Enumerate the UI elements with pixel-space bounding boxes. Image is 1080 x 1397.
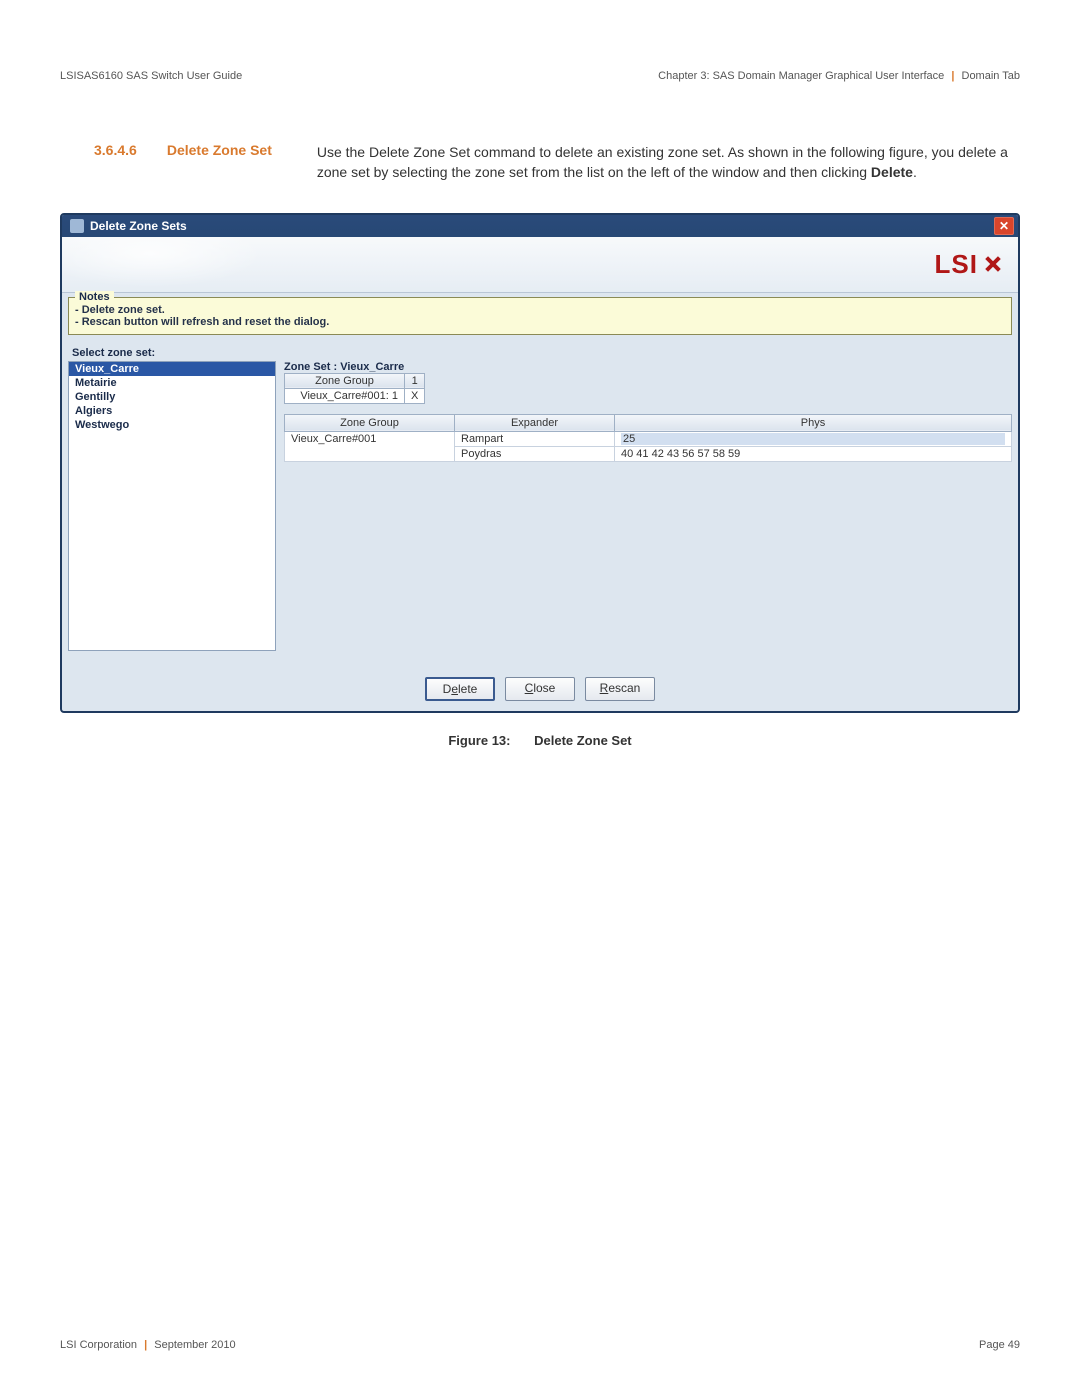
- notes-panel: Notes - Delete zone set. - Rescan button…: [68, 297, 1012, 335]
- section-body-bold: Delete: [871, 164, 913, 180]
- section-heading: 3.6.4.6 Delete Zone Set Use the Delete Z…: [94, 142, 1020, 183]
- lsi-logo: LSI: [935, 249, 1004, 280]
- zone-set-item[interactable]: Gentilly: [69, 390, 275, 404]
- window-title: Delete Zone Sets: [90, 219, 187, 233]
- cell-expander: Rampart: [455, 431, 615, 446]
- delete-button[interactable]: Delete: [425, 677, 495, 701]
- zone-set-list[interactable]: Vieux_Carre Metairie Gentilly Algiers We…: [68, 361, 276, 651]
- rescan-button[interactable]: Rescan: [585, 677, 655, 701]
- zone-set-item[interactable]: Metairie: [69, 376, 275, 390]
- cell-phys: 25: [615, 431, 1012, 446]
- app-icon: [70, 219, 84, 233]
- col-zone-group: Zone Group: [285, 414, 455, 431]
- section-body: Use the Delete Zone Set command to delet…: [317, 142, 1020, 183]
- section-number: 3.6.4.6: [94, 142, 137, 183]
- zone-set-item[interactable]: Algiers: [69, 404, 275, 418]
- header-tab: Domain Tab: [962, 70, 1021, 82]
- separator-icon: |: [951, 70, 954, 82]
- zone-group-name: Vieux_Carre#001: 1: [285, 388, 405, 403]
- logo-banner: LSI: [62, 237, 1018, 293]
- titlebar: Delete Zone Sets ✕: [62, 215, 1018, 237]
- notes-line: - Delete zone set.: [75, 304, 1005, 316]
- notes-legend: Notes: [75, 291, 114, 303]
- close-icon[interactable]: ✕: [994, 217, 1014, 235]
- cell-phys: 40 41 42 43 56 57 58 59: [615, 446, 1012, 461]
- zone-set-title: Zone Set : Vieux_Carre: [284, 361, 1012, 373]
- zone-set-detail: Zone Set : Vieux_Carre Zone Group 1 Vieu…: [284, 361, 1012, 651]
- cell-zone-group: Vieux_Carre#001: [285, 431, 455, 461]
- cell-expander: Poydras: [455, 446, 615, 461]
- section-body-post: .: [913, 164, 917, 180]
- table-row: Vieux_Carre#001 Rampart 25: [285, 431, 1012, 446]
- figure-number: Figure 13:: [448, 733, 510, 748]
- page-header: LSISAS6160 SAS Switch User Guide Chapter…: [60, 70, 1020, 82]
- col-zone-group: Zone Group: [285, 373, 405, 388]
- lsi-mark-icon: [982, 253, 1004, 275]
- zone-group-small-table: Zone Group 1 Vieux_Carre#001: 1 X: [284, 373, 425, 404]
- header-chapter: Chapter 3: SAS Domain Manager Graphical …: [658, 70, 944, 82]
- col-expander: Expander: [455, 414, 615, 431]
- header-right: Chapter 3: SAS Domain Manager Graphical …: [658, 70, 1020, 82]
- notes-line: - Rescan button will refresh and reset t…: [75, 316, 1005, 328]
- close-button[interactable]: Close: [505, 677, 575, 701]
- button-bar: Delete Close Rescan: [68, 677, 1012, 701]
- zone-set-item[interactable]: Westwego: [69, 418, 275, 432]
- footer-left: LSI Corporation | September 2010: [60, 1339, 236, 1351]
- separator-icon: |: [144, 1339, 147, 1351]
- figure-title: Delete Zone Set: [534, 733, 632, 748]
- lsi-logo-text: LSI: [935, 249, 978, 280]
- section-title: Delete Zone Set: [167, 142, 287, 183]
- zone-set-item[interactable]: Vieux_Carre: [69, 362, 275, 376]
- footer-right: Page 49: [979, 1339, 1020, 1351]
- header-left: LSISAS6160 SAS Switch User Guide: [60, 70, 242, 82]
- select-zone-set-label: Select zone set:: [72, 347, 1012, 359]
- zone-group-x: X: [405, 388, 425, 403]
- figure-caption: Figure 13: Delete Zone Set: [60, 733, 1020, 748]
- col-num: 1: [405, 373, 425, 388]
- page-footer: LSI Corporation | September 2010 Page 49: [60, 1339, 1020, 1351]
- zone-group-detail-table: Zone Group Expander Phys Vieux_Carre#001…: [284, 414, 1012, 462]
- dialog-window: Delete Zone Sets ✕ LSI Notes - Delete zo…: [60, 213, 1020, 713]
- col-phys: Phys: [615, 414, 1012, 431]
